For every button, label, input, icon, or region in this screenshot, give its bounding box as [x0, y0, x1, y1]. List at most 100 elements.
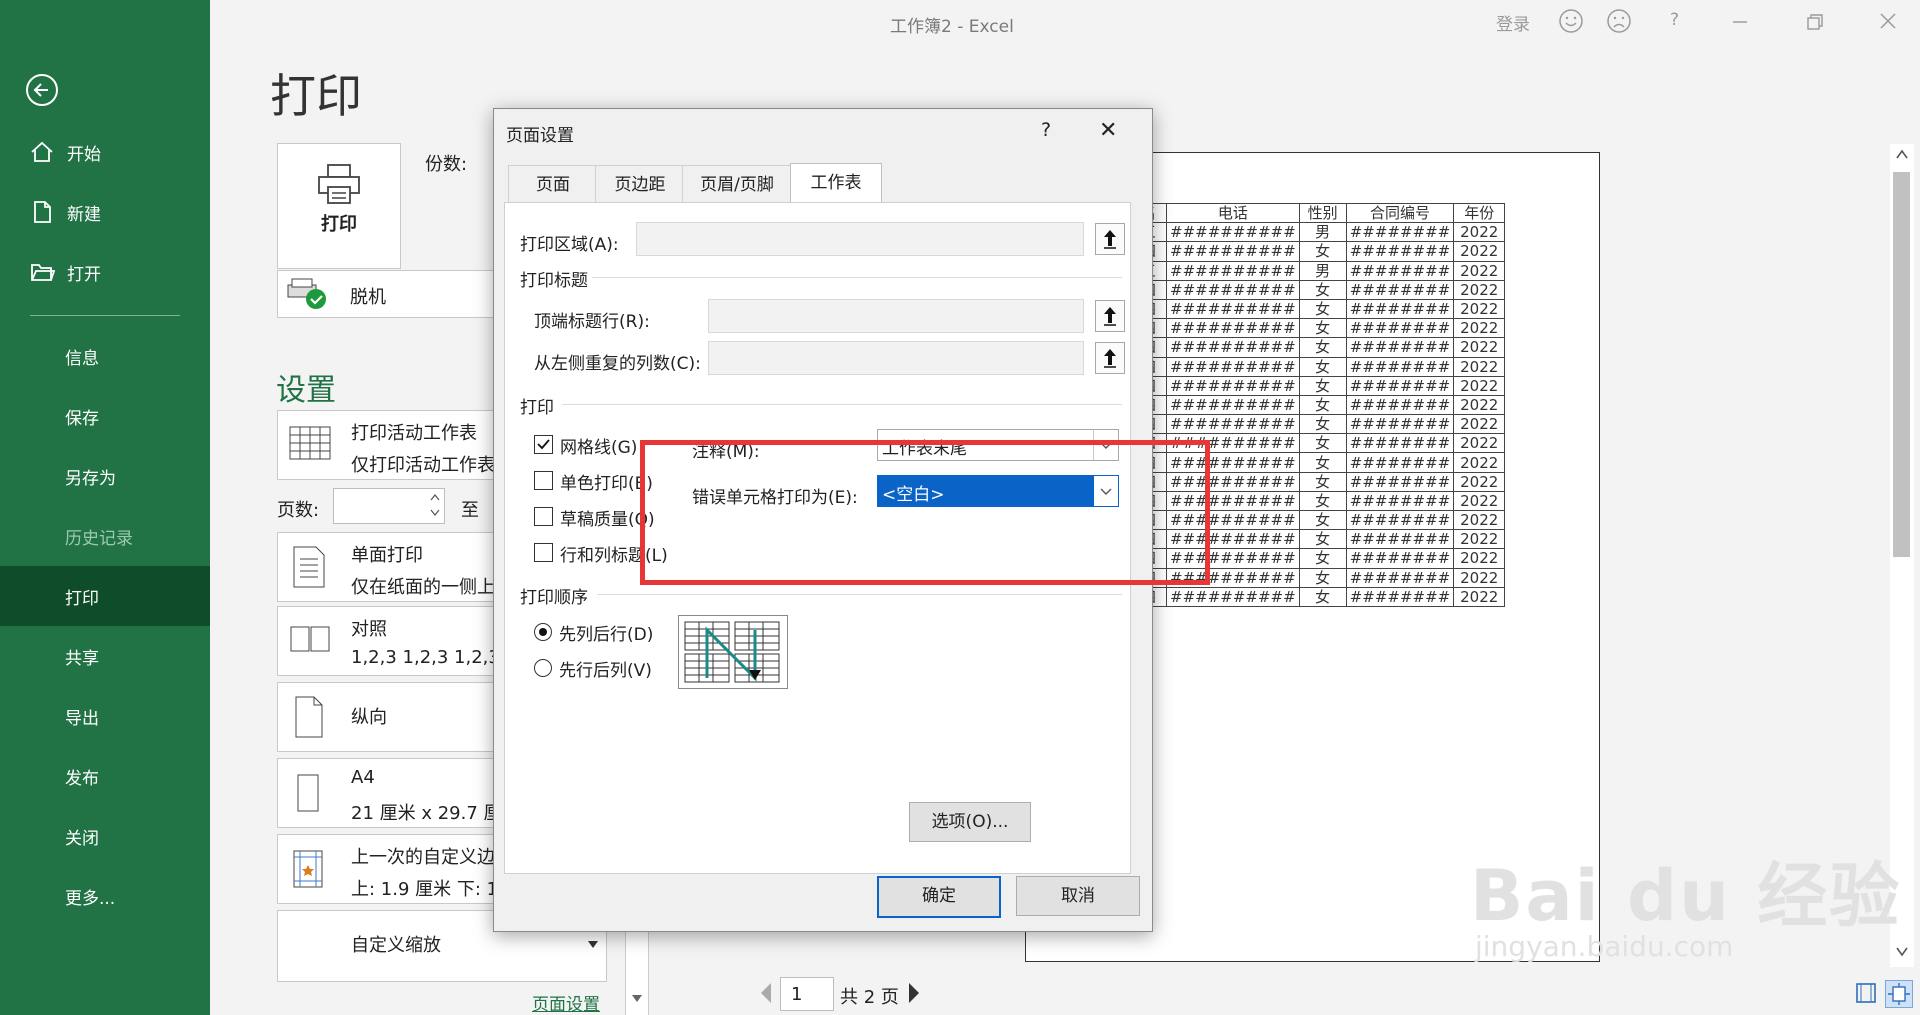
prev-page-icon[interactable] [760, 982, 772, 1004]
table-cell: 2022 [1453, 586, 1506, 607]
nav-item-publish[interactable]: 发布 [0, 746, 210, 806]
minimize-icon[interactable] [1730, 12, 1750, 32]
dialog-close-icon[interactable]: ✕ [1099, 118, 1117, 143]
table-cell: 女 [1298, 452, 1347, 473]
table-cell: ########## [1166, 394, 1300, 416]
over-then-down-radio[interactable] [534, 659, 552, 677]
draft-checkbox[interactable] [534, 507, 553, 526]
tab-margins[interactable]: 页边距 [595, 165, 685, 204]
signin-link[interactable]: 登录 [1496, 10, 1530, 35]
table-cell: 2022 [1453, 222, 1506, 243]
setting-paper-size[interactable]: A4 21 厘米 x 29.7 厘米 [277, 758, 494, 828]
page-setup-link[interactable]: 页面设置 [532, 990, 600, 1015]
rowcol-headings-checkbox[interactable] [534, 543, 553, 562]
print-button[interactable]: 打印 [277, 143, 401, 269]
zoom-to-page-icon[interactable] [1885, 980, 1913, 1008]
next-page-icon[interactable] [908, 982, 920, 1004]
nav-label: 共享 [65, 648, 99, 669]
frown-icon[interactable] [1606, 8, 1632, 34]
nav-item-open[interactable]: 打开 [0, 242, 210, 302]
table-cell: ######## [1345, 298, 1455, 320]
scroll-down-icon[interactable] [1895, 946, 1909, 958]
table-cell: 2022 [1453, 548, 1506, 569]
options-button[interactable]: 选项(O)... [909, 802, 1031, 842]
setting-active-sheet[interactable]: 打印活动工作表 仅打印活动工作表 [277, 410, 494, 480]
down-then-over-radio[interactable] [534, 623, 552, 641]
setting-margins[interactable]: 上一次的自定义边距设置 上: 1.9 厘米 下: 1.9 厘米 [277, 834, 494, 904]
table-cell: 2022 [1453, 318, 1506, 339]
table-row: 李四##########女########2022 [1115, 356, 1506, 377]
chevron-down-icon [588, 941, 598, 949]
back-icon[interactable] [22, 70, 62, 110]
table-cell: ########## [1166, 241, 1300, 262]
table-cell: 女 [1298, 567, 1347, 588]
ok-button[interactable]: 确定 [877, 876, 1001, 918]
printer-selector[interactable]: 脱机 [277, 270, 494, 318]
scroll-up-icon[interactable] [1895, 148, 1909, 160]
setting-line1: 自定义缩放 [351, 935, 441, 956]
nav-item-more[interactable]: 更多... [0, 866, 210, 926]
settings-heading: 设置 [276, 373, 336, 408]
nav-item-close[interactable]: 关闭 [0, 806, 210, 866]
print-area-input[interactable] [636, 222, 1084, 256]
watermark-url: jingyan.baidu.com [1475, 930, 1734, 963]
nav-item-home[interactable]: 开始 [0, 122, 210, 182]
table-cell: 女 [1298, 433, 1347, 454]
tab-page[interactable]: 页面 [508, 165, 598, 204]
table-cell: ######## [1345, 586, 1455, 607]
table-row: 张三##########男########2022 [1115, 222, 1506, 243]
chevron-down-icon[interactable] [632, 995, 642, 1003]
range-picker-icon[interactable] [1095, 300, 1125, 332]
table-cell: 2022 [1453, 337, 1506, 358]
spinner-icon[interactable] [430, 491, 440, 519]
table-cell: 2022 [1453, 356, 1506, 377]
setting-one-sided[interactable]: 单面打印 仅在纸面的一侧上打印 [277, 532, 494, 602]
scroll-thumb[interactable] [1893, 172, 1910, 557]
table-cell: 2022 [1453, 375, 1506, 396]
table-cell: ######## [1345, 452, 1455, 473]
range-picker-icon[interactable] [1095, 342, 1125, 374]
table-cell: 女 [1298, 298, 1347, 320]
nav-item-info[interactable]: 信息 [0, 326, 210, 386]
top-rows-input[interactable] [708, 299, 1084, 333]
tab-header-footer[interactable]: 页眉/页脚 [682, 165, 792, 204]
dialog-help-button[interactable]: ? [1041, 119, 1051, 141]
smile-icon[interactable] [1558, 8, 1584, 34]
top-rows-label: 顶端标题行(R): [534, 312, 650, 332]
table-row: 张三##########男########2022 [1115, 260, 1506, 281]
nav-item-export[interactable]: 导出 [0, 686, 210, 746]
table-cell: ########## [1166, 260, 1300, 281]
cancel-button[interactable]: 取消 [1016, 876, 1140, 916]
setting-collated[interactable]: 对照 1,2,3 1,2,3 1,2,3 [277, 606, 494, 676]
range-picker-icon[interactable] [1095, 223, 1125, 255]
pages-from-input[interactable] [333, 488, 445, 524]
group-divider [597, 594, 1122, 595]
help-button[interactable]: ? [1670, 10, 1679, 30]
nav-item-print[interactable]: 打印 [0, 566, 210, 626]
print-group: 打印 [520, 398, 554, 418]
gridlines-checkbox[interactable] [534, 435, 553, 454]
close-window-icon[interactable] [1877, 10, 1899, 32]
over-then-down-label: 先行后列(V) [559, 661, 652, 681]
page-number-input[interactable]: 1 [780, 977, 834, 1011]
setting-line2: 1,2,3 1,2,3 1,2,3 [351, 647, 494, 668]
setting-orientation[interactable]: 纵向 [277, 682, 494, 752]
nav-item-new[interactable]: 新建 [0, 182, 210, 242]
table-cell: ########## [1166, 318, 1300, 339]
nav-item-save-as[interactable]: 另存为 [0, 446, 210, 506]
folder-open-icon [29, 259, 55, 285]
setting-line1: 打印活动工作表 [351, 423, 477, 444]
left-cols-label: 从左侧重复的列数(C): [534, 354, 701, 374]
nav-label: 更多... [65, 888, 116, 909]
table-cell: ######## [1345, 567, 1455, 588]
tab-sheet[interactable]: 工作表 [790, 163, 882, 204]
left-cols-input[interactable] [708, 341, 1084, 375]
restore-icon[interactable] [1805, 12, 1825, 32]
nav-item-save[interactable]: 保存 [0, 386, 210, 446]
home-icon [29, 139, 55, 165]
table-cell: ########## [1166, 279, 1300, 300]
mono-checkbox[interactable] [534, 471, 553, 490]
show-margins-icon[interactable] [1855, 982, 1877, 1004]
nav-item-share[interactable]: 共享 [0, 626, 210, 686]
table-cell: 女 [1298, 337, 1347, 358]
